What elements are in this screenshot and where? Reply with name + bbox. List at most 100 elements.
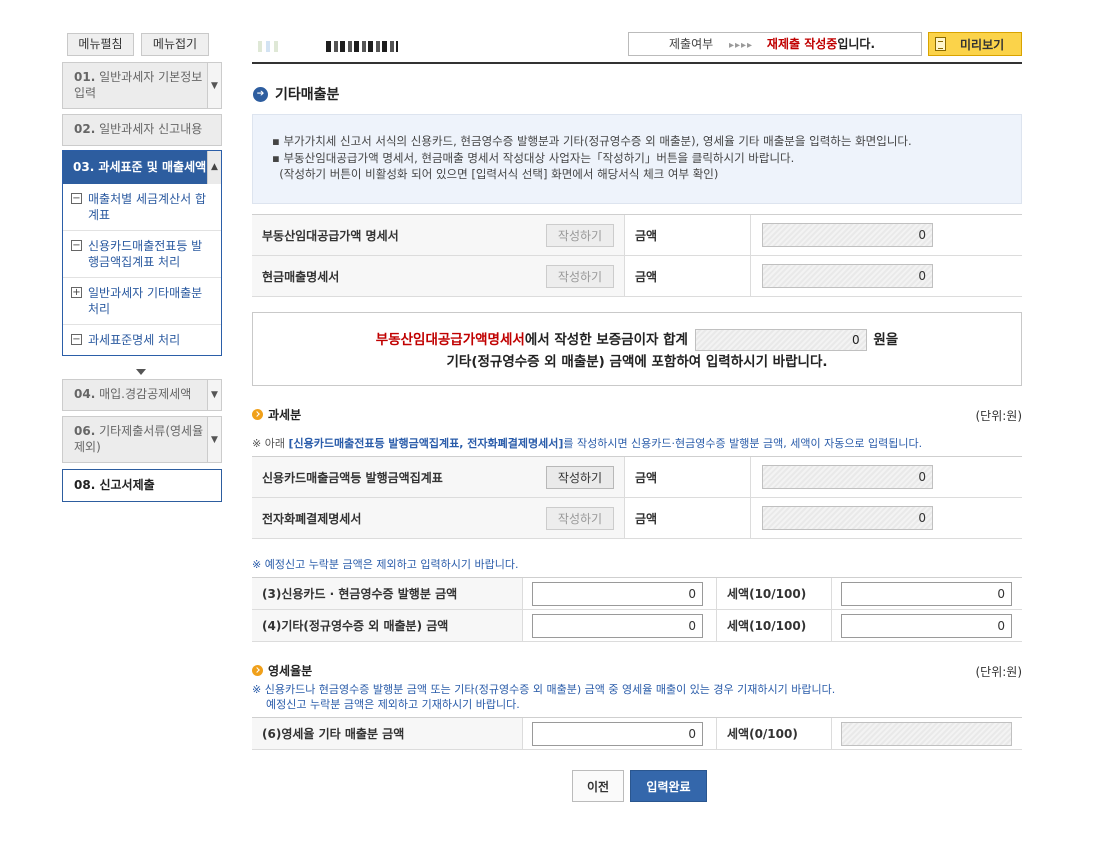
sidebar-item-report-content[interactable]: 02. 일반과세자 신고내용 bbox=[62, 114, 222, 146]
row-label: (4)기타(정규영수증 외 매출분) 금액 bbox=[262, 619, 449, 633]
zero-rate-amount-input[interactable] bbox=[532, 721, 703, 746]
credit-card-amount-field: 0 bbox=[762, 465, 933, 489]
other-sales-tax-input[interactable] bbox=[841, 613, 1012, 638]
sub-item-label: 신용카드매출전표등 발행금액집계표 처리 bbox=[88, 239, 203, 269]
header-divider bbox=[252, 62, 1022, 64]
table-row: 부동산임대공급가액 명세서 작성하기 금액 0 bbox=[252, 215, 1022, 256]
write-button-rental[interactable]: 작성하기 bbox=[546, 223, 614, 247]
sidebar-active-header[interactable]: 03. 과세표준 및 매출세액 ▲ bbox=[63, 151, 221, 184]
sidebar-item-tax-base: 03. 과세표준 및 매출세액 ▲ − 매출처별 세금계산서 합계표 − 신용카… bbox=[62, 150, 222, 356]
unit-label: (단위:원) bbox=[975, 409, 1022, 423]
triangle-down-icon bbox=[136, 369, 146, 375]
taxable-forms-table: 신용카드매출금액등 발행금액집계표 작성하기 금액 0 전자화폐결제명세서 작성… bbox=[252, 456, 1022, 539]
card-cash-amount-input[interactable] bbox=[532, 581, 703, 606]
input-cell bbox=[831, 578, 1022, 609]
note-prefix: ※ 아래 bbox=[252, 437, 289, 450]
row-label: (3)신용카드 · 현금영수증 발행분 금액 bbox=[262, 587, 458, 601]
sidebar-item-number: 06. bbox=[74, 424, 96, 438]
taxable-section-title: 과세분 bbox=[252, 406, 301, 423]
write-button-credit-card[interactable]: 작성하기 bbox=[546, 465, 614, 489]
chevron-up-icon[interactable]: ▲ bbox=[207, 151, 221, 184]
page-title-text: 기타매출분 bbox=[275, 87, 340, 103]
note-line: ※ 신용카드나 현금영수증 발행분 금액 또는 기타(정규영수증 외 매출분) … bbox=[252, 683, 836, 696]
section-title-text: 영세율분 bbox=[268, 664, 313, 678]
collapse-icon: − bbox=[71, 334, 82, 345]
sidebar-item-submit[interactable]: 08. 신고서제출 bbox=[62, 469, 222, 502]
deposit-interest-notice: 부동산임대공급가액명세서에서 작성한 보증금이자 합계 0 원을 기타(정규영수… bbox=[252, 312, 1022, 386]
table-row: (6)영세율 기타 매출분 금액 세액(0/100) bbox=[252, 718, 1022, 750]
status-tail: 입니다. bbox=[837, 37, 876, 51]
sidebar-active-label: 03. 과세표준 및 매출세액 bbox=[73, 160, 207, 174]
input-cell bbox=[522, 718, 716, 749]
logo bbox=[258, 41, 398, 52]
deposit-line-1: 부동산임대공급가액명세서에서 작성한 보증금이자 합계 0 원을 bbox=[253, 329, 1021, 351]
row-label: 부동산임대공급가액 명세서 bbox=[262, 228, 399, 243]
write-button-cash-sales[interactable]: 작성하기 bbox=[546, 264, 614, 288]
logo-text bbox=[326, 41, 398, 52]
collapse-menu-button[interactable]: 메뉴접기 bbox=[141, 33, 209, 56]
table-row: 현금매출명세서 작성하기 금액 0 bbox=[252, 256, 1022, 297]
sub-item-label: 과세표준명세 처리 bbox=[88, 333, 181, 347]
collapse-icon: − bbox=[71, 193, 82, 204]
sidebar-item-number: 08. bbox=[74, 478, 96, 492]
chevron-down-icon[interactable]: ▼ bbox=[207, 380, 221, 410]
zero-rate-input-table: (6)영세율 기타 매출분 금액 세액(0/100) bbox=[252, 717, 1022, 750]
row-label: 현금매출명세서 bbox=[262, 269, 340, 284]
write-button-e-money[interactable]: 작성하기 bbox=[546, 506, 614, 530]
sidebar-item-label: 매입.경감공제세액 bbox=[99, 387, 192, 401]
amount-label: 금액 bbox=[624, 498, 750, 538]
sub-item-credit-card[interactable]: − 신용카드매출전표등 발행금액집계표 처리 bbox=[63, 230, 221, 277]
sidebar-item-number: 02. bbox=[74, 122, 96, 136]
deposit-text: 에서 작성한 보증금이자 합계 bbox=[524, 332, 688, 348]
status-value: 재제출 작성중 bbox=[766, 37, 838, 51]
deposit-line-2: 기타(정규영수증 외 매출분) 금액에 포함하여 입력하시기 바랍니다. bbox=[446, 354, 828, 370]
unit-label: (단위:원) bbox=[975, 665, 1022, 679]
sidebar-item-purchase-deduction[interactable]: 04. 매입.경감공제세액 ▼ bbox=[62, 379, 222, 411]
collapse-icon: − bbox=[71, 240, 82, 251]
e-money-amount-field: 0 bbox=[762, 506, 933, 530]
note-bold: [신용카드매출전표등 발행금액집계표, 전자화폐결제명세서] bbox=[288, 437, 564, 450]
bullet-icon bbox=[252, 665, 263, 676]
sub-item-other-sales[interactable]: + 일반과세자 기타매출분 처리 bbox=[63, 277, 221, 324]
amount-cell: 0 bbox=[750, 215, 1022, 255]
note-text: 를 작성하시면 신용카드·현금영수증 발행분 금액, 세액이 자동으로 입력됩니… bbox=[563, 437, 923, 450]
preview-button[interactable]: 미리보기 bbox=[928, 32, 1022, 56]
table-row: 신용카드매출금액등 발행금액집계표 작성하기 금액 0 bbox=[252, 457, 1022, 498]
row-label: (6)영세율 기타 매출분 금액 bbox=[262, 727, 405, 741]
document-icon bbox=[935, 37, 946, 51]
notice-box: ▪ 부가가치세 신고서 서식의 신용카드, 현금영수증 발행분과 기타(정규영수… bbox=[252, 114, 1022, 204]
notice-line: ▪ 부동산임대공급가액 명세서, 현금매출 명세서 작성대상 사업자는「작성하기… bbox=[272, 150, 795, 165]
cash-sales-amount-field: 0 bbox=[762, 264, 933, 288]
sidebar-item-label: 신고서제출 bbox=[99, 478, 155, 492]
sub-item-label: 매출처별 세금계산서 합계표 bbox=[88, 192, 207, 222]
sidebar-item-basic-info[interactable]: 01. 일반과세자 기본정보 입력 ▼ bbox=[62, 62, 222, 109]
amount-cell: 0 bbox=[750, 256, 1022, 296]
chevron-down-icon[interactable]: ▼ bbox=[207, 63, 221, 108]
prev-button[interactable]: 이전 bbox=[572, 770, 624, 802]
card-cash-tax-input[interactable] bbox=[841, 581, 1012, 606]
expand-menu-button[interactable]: 메뉴펼침 bbox=[67, 33, 134, 56]
other-sales-amount-input[interactable] bbox=[532, 613, 703, 638]
report-forms-table: 부동산임대공급가액 명세서 작성하기 금액 0 현금매출명세서 작성하기 금액 … bbox=[252, 214, 1022, 297]
row-label-cell: 부동산임대공급가액 명세서 작성하기 bbox=[252, 215, 624, 255]
amount-cell: 0 bbox=[750, 457, 1022, 497]
sub-item-sales-invoice[interactable]: − 매출처별 세금계산서 합계표 bbox=[63, 184, 221, 230]
chevron-down-icon[interactable]: ▼ bbox=[207, 417, 221, 462]
row-label: 신용카드매출금액등 발행금액집계표 bbox=[262, 470, 443, 485]
sidebar-item-other-documents[interactable]: 06. 기타제출서류(영세율 제외) ▼ bbox=[62, 416, 222, 463]
rental-amount-field: 0 bbox=[762, 223, 933, 247]
tax-label: 세액(0/100) bbox=[716, 718, 831, 749]
complete-button[interactable]: 입력완료 bbox=[630, 770, 707, 802]
sidebar-item-number: 04. bbox=[74, 387, 96, 401]
sub-item-tax-base-detail[interactable]: − 과세표준명세 처리 bbox=[63, 324, 221, 355]
status-arrows-icon: ▸▸▸▸ bbox=[729, 40, 754, 51]
table-row: 전자화폐결제명세서 작성하기 금액 0 bbox=[252, 498, 1022, 539]
row-label-cell: 신용카드매출금액등 발행금액집계표 작성하기 bbox=[252, 457, 624, 497]
input-cell bbox=[831, 610, 1022, 641]
zero-rate-tax-input bbox=[841, 721, 1012, 746]
table-row: (3)신용카드 · 현금영수증 발행분 금액 세액(10/100) bbox=[252, 578, 1022, 610]
input-cell bbox=[831, 718, 1022, 749]
logo-mark bbox=[266, 41, 270, 52]
deposit-interest-field: 0 bbox=[694, 329, 867, 351]
zero-rate-note: ※ 신용카드나 현금영수증 발행분 금액 또는 기타(정규영수증 외 매출분) … bbox=[252, 682, 835, 712]
